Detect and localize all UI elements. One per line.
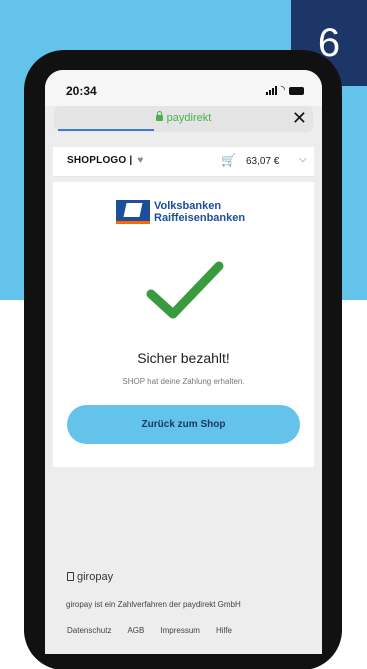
success-title: Sicher bezahlt! <box>137 350 230 366</box>
checkmark-icon <box>146 261 224 319</box>
footer-link-agb[interactable]: AGB <box>127 626 144 635</box>
close-icon[interactable]: ✕ <box>292 108 307 129</box>
footer-link-hilfe[interactable]: Hilfe <box>216 626 232 635</box>
shop-header: SHOPLOGO | ♥ 🛒 63,07 € ⌵ <box>53 147 314 177</box>
cart-icon[interactable]: 🛒 <box>221 153 236 167</box>
cart-amount[interactable]: 63,07 € <box>246 156 279 167</box>
footer-link-datenschutz[interactable]: Datenschutz <box>67 626 111 635</box>
status-icons: ◝ <box>265 84 304 96</box>
bank-name: Volksbanken Raiffeisenbanken <box>154 200 245 224</box>
bank-logo: Volksbanken Raiffeisenbanken <box>116 200 245 224</box>
heart-icon: ♥ <box>137 155 144 166</box>
status-bar: 20:34 ◝ <box>45 70 322 106</box>
success-subtitle: SHOP hat deine Zahlung erhalten. <box>122 377 245 386</box>
phone-screen: 20:34 ◝ paydirekt ✕ SHOPLOGO | ♥ 🛒 63,07… <box>45 70 322 654</box>
lock-icon <box>155 111 163 121</box>
back-to-shop-button[interactable]: Zurück zum Shop <box>67 405 300 444</box>
wifi-icon: ◝ <box>280 84 285 96</box>
status-time: 20:34 <box>66 84 97 98</box>
url-text: paydirekt <box>166 112 212 124</box>
chevron-down-icon[interactable]: ⌵ <box>299 154 307 165</box>
url-display: paydirekt <box>54 111 313 124</box>
confirmation-card: Volksbanken Raiffeisenbanken Sicher beza… <box>53 182 314 467</box>
shop-logo: SHOPLOGO | ♥ <box>67 155 143 166</box>
address-bar[interactable]: paydirekt ✕ <box>54 106 313 132</box>
giropay-logo: giropay <box>67 571 113 583</box>
footer-links: Datenschutz AGB Impressum Hilfe <box>67 626 248 635</box>
footer-link-impressum[interactable]: Impressum <box>160 626 200 635</box>
battery-icon <box>289 87 304 95</box>
bank-name-line1: Volksbanken <box>154 200 222 212</box>
bank-logo-icon <box>116 200 150 224</box>
footer-note: giropay ist ein Zahlverfahren der paydir… <box>66 600 241 609</box>
shop-logo-text: SHOPLOGO | <box>67 155 133 166</box>
giropay-brand: giropay <box>77 571 114 583</box>
load-progress-bar <box>58 129 154 131</box>
signal-icon <box>265 86 277 95</box>
giropay-icon <box>67 572 74 581</box>
bank-name-line2: Raiffeisenbanken <box>154 212 246 224</box>
